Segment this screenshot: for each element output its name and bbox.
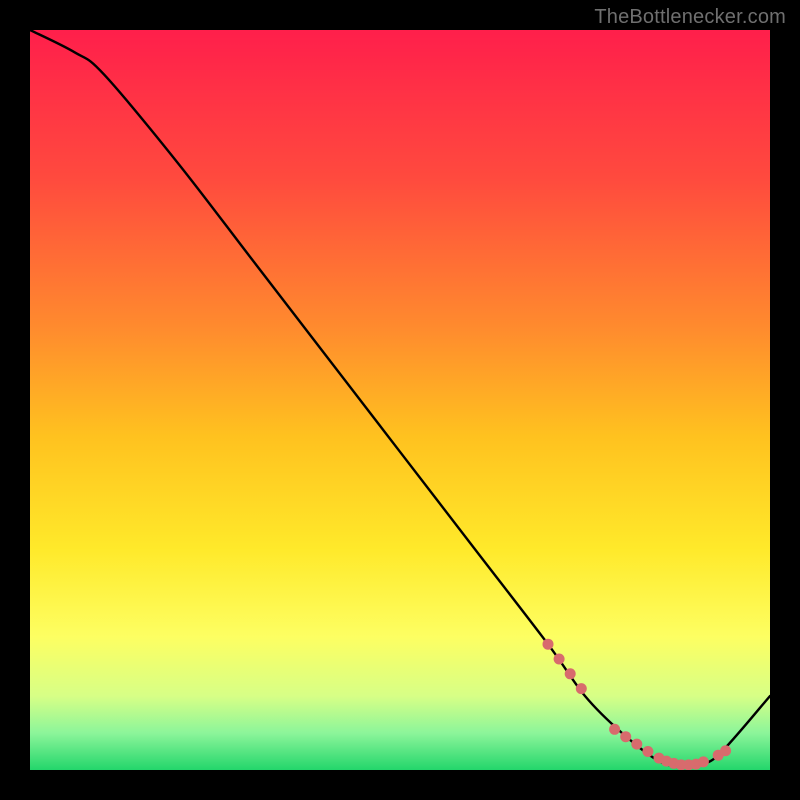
gradient-background — [30, 30, 770, 770]
highlight-dot — [720, 745, 731, 756]
highlight-dot — [576, 683, 587, 694]
bottleneck-chart — [30, 30, 770, 770]
highlight-dot — [554, 654, 565, 665]
highlight-dot — [609, 724, 620, 735]
highlight-dot — [565, 668, 576, 679]
highlight-dot — [698, 756, 709, 767]
chart-frame: TheBottlenecker.com — [0, 0, 800, 800]
highlight-dot — [543, 639, 554, 650]
highlight-dot — [642, 746, 653, 757]
attribution-text: TheBottlenecker.com — [594, 6, 786, 29]
highlight-dot — [620, 731, 631, 742]
highlight-dot — [631, 739, 642, 750]
